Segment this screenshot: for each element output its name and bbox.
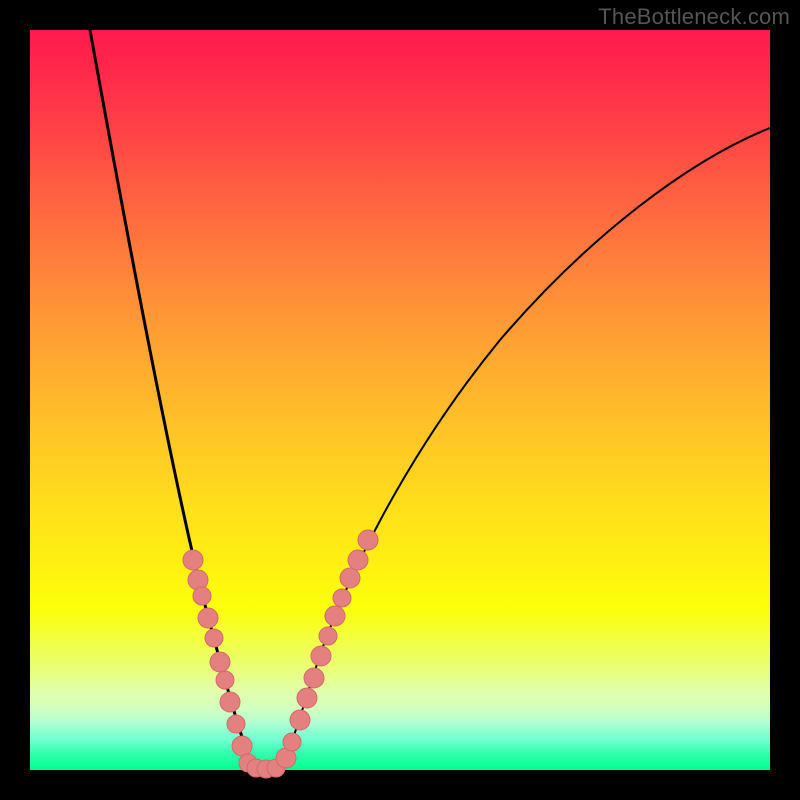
data-marker (205, 629, 223, 647)
data-marker (198, 608, 218, 628)
data-marker (340, 568, 360, 588)
watermark-text: TheBottleneck.com (598, 4, 790, 30)
right-curve (282, 128, 770, 770)
data-marker (297, 688, 317, 708)
data-marker (311, 646, 331, 666)
data-marker (333, 589, 351, 607)
data-marker (232, 736, 252, 756)
data-marker (220, 692, 240, 712)
data-marker (210, 652, 230, 672)
data-marker (283, 733, 301, 751)
data-marker (348, 550, 368, 570)
chart-svg (30, 30, 770, 770)
chart-plot-area (30, 30, 770, 770)
data-marker (227, 715, 245, 733)
data-marker (183, 550, 203, 570)
data-marker (304, 668, 324, 688)
data-marker (290, 710, 310, 730)
marker-group (183, 530, 378, 778)
data-marker (319, 627, 337, 645)
data-marker (325, 606, 345, 626)
chart-frame: TheBottleneck.com (0, 0, 800, 800)
data-marker (216, 671, 234, 689)
data-marker (358, 530, 378, 550)
data-marker (193, 587, 211, 605)
